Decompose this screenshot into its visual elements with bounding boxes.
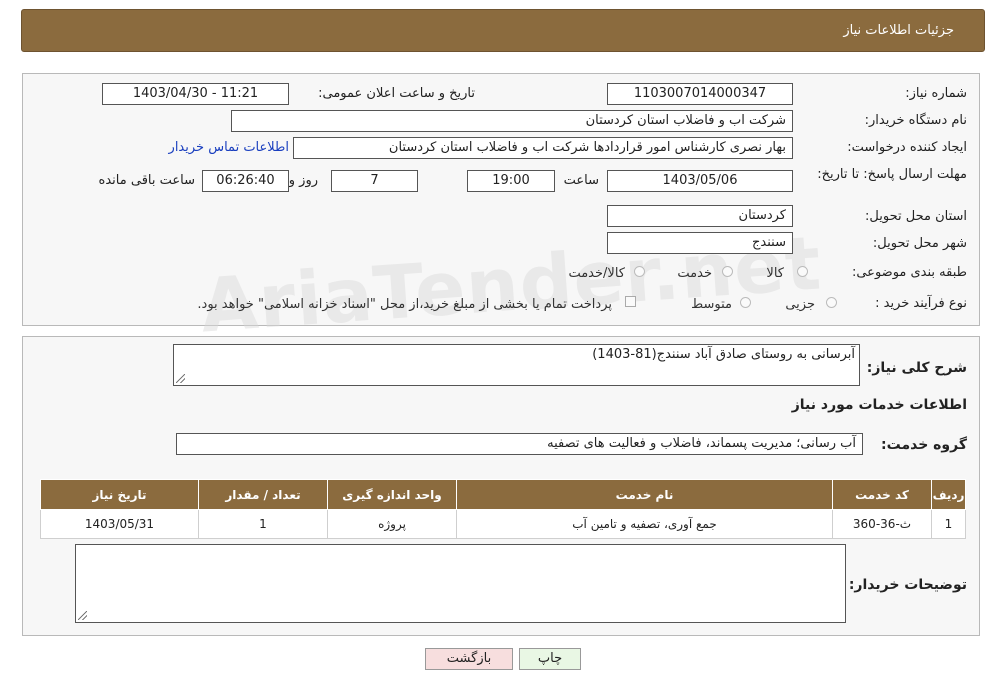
- time-label: ساعت: [563, 173, 599, 188]
- creator-field: بهار نصری کارشناس امور قراردادها شرکت اب…: [293, 137, 793, 159]
- service-group-field: آب رسانی؛ مدیریت پسماند، فاضلاب و فعالیت…: [176, 433, 863, 455]
- city-field: سنندج: [607, 232, 793, 254]
- remaining-time-field: 06:26:40: [202, 170, 289, 192]
- category-option-goods-service: کالا/خدمت: [568, 266, 625, 281]
- process-label: نوع فرآیند خرید :: [875, 296, 967, 311]
- col-service-name: نام خدمت: [456, 479, 833, 510]
- services-table: ردیف کد خدمت نام خدمت واحد اندازه گیری ت…: [40, 479, 966, 539]
- process-radio-medium[interactable]: [740, 297, 751, 308]
- buyer-contact-link[interactable]: اطلاعات تماس خریدار: [169, 140, 289, 155]
- treasury-payment-checkbox[interactable]: [625, 296, 636, 307]
- page-header: جزئیات اطلاعات نیاز: [21, 9, 985, 52]
- services-title: اطلاعات خدمات مورد نیاز: [791, 397, 967, 413]
- category-radio-service[interactable]: [722, 266, 733, 277]
- city-label: شهر محل تحویل:: [872, 236, 967, 251]
- process-option-minor: جزیی: [785, 297, 815, 312]
- table-header-row: ردیف کد خدمت نام خدمت واحد اندازه گیری ت…: [40, 479, 966, 510]
- resize-grip-icon[interactable]: [78, 611, 87, 620]
- col-unit: واحد اندازه گیری: [327, 479, 457, 510]
- province-field: کردستان: [607, 205, 793, 227]
- process-radio-minor[interactable]: [826, 297, 837, 308]
- days-field: 7: [331, 170, 418, 192]
- category-option-goods: کالا: [766, 266, 784, 281]
- service-group-label: گروه خدمت:: [881, 437, 967, 453]
- cell-need-date: 1403/05/31: [40, 509, 199, 539]
- need-number-field: 1103007014000347: [607, 83, 793, 105]
- summary-text: آبرسانی به روستای صادق آباد سنندج(81-140…: [592, 347, 855, 362]
- table-row: 1 ث-36-360 جمع آوری، تصفیه و تامین آب پر…: [40, 509, 966, 539]
- resize-grip-icon[interactable]: [176, 374, 185, 383]
- remaining-label: ساعت باقی مانده: [98, 173, 195, 188]
- category-label: طبقه بندی موضوعی:: [851, 265, 967, 280]
- deadline-date-field: 1403/05/06: [607, 170, 793, 192]
- cell-unit: پروژه: [327, 509, 457, 539]
- cell-service-code: ث-36-360: [832, 509, 932, 539]
- announce-label: تاریخ و ساعت اعلان عمومی:: [318, 86, 475, 101]
- col-row-number: ردیف: [931, 479, 966, 510]
- buyer-notes-label: توضیحات خریدار:: [848, 577, 967, 593]
- col-service-code: کد خدمت: [832, 479, 932, 510]
- announce-field: 1403/04/30 - 11:21: [102, 83, 289, 105]
- province-label: استان محل تحویل:: [865, 209, 967, 224]
- deadline-label: مهلت ارسال پاسخ: تا تاریخ:: [817, 167, 967, 182]
- summary-label: شرح کلی نیاز:: [866, 360, 967, 376]
- print-button[interactable]: چاپ: [519, 648, 581, 670]
- category-option-service: خدمت: [677, 266, 712, 281]
- category-radio-goods[interactable]: [797, 266, 808, 277]
- col-need-date: تاریخ نیاز: [40, 479, 199, 510]
- days-label: روز و: [288, 173, 318, 188]
- deadline-time-field: 19:00: [467, 170, 555, 192]
- process-option-medium: متوسط: [691, 297, 732, 312]
- summary-textarea[interactable]: آبرسانی به روستای صادق آباد سنندج(81-140…: [173, 344, 860, 386]
- buyer-org-label: نام دستگاه خریدار:: [864, 113, 967, 128]
- buyer-org-field: شرکت اب و فاضلاب استان کردستان: [231, 110, 793, 132]
- back-button[interactable]: بازگشت: [425, 648, 513, 670]
- creator-label: ایجاد کننده درخواست:: [847, 140, 967, 155]
- cell-row-number: 1: [931, 509, 966, 539]
- buyer-notes-textarea[interactable]: [75, 544, 846, 623]
- col-quantity: تعداد / مقدار: [198, 479, 328, 510]
- cell-service-name: جمع آوری، تصفیه و تامین آب: [456, 509, 833, 539]
- page-title: جزئیات اطلاعات نیاز: [843, 23, 954, 38]
- category-radio-goods-service[interactable]: [634, 266, 645, 277]
- cell-quantity: 1: [198, 509, 328, 539]
- payment-note: پرداخت تمام یا بخشی از مبلغ خرید،از محل …: [197, 297, 612, 312]
- need-number-label: شماره نیاز:: [905, 86, 967, 101]
